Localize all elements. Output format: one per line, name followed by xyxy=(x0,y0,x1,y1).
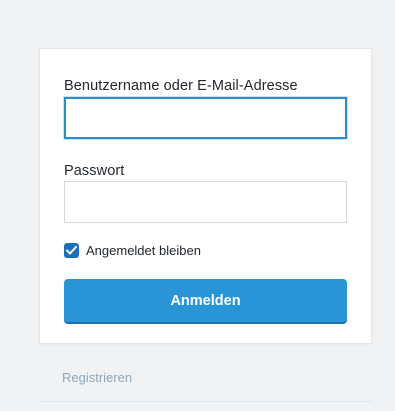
remember-me-label: Angemeldet bleiben xyxy=(86,242,201,258)
username-input[interactable] xyxy=(64,97,347,139)
register-link[interactable]: Registrieren xyxy=(62,370,132,385)
password-label: Passwort xyxy=(64,163,125,179)
checkmark-icon xyxy=(66,245,77,254)
username-label: Benutzername oder E-Mail-Adresse xyxy=(64,78,298,94)
password-input[interactable] xyxy=(64,181,347,223)
footer-divider xyxy=(39,401,372,402)
remember-me-row[interactable]: Angemeldet bleiben xyxy=(64,242,201,258)
remember-me-checkbox[interactable] xyxy=(64,242,79,258)
login-button[interactable]: Anmelden xyxy=(64,279,347,322)
login-form: Benutzername oder E-Mail-Adresse Passwor… xyxy=(39,48,372,344)
